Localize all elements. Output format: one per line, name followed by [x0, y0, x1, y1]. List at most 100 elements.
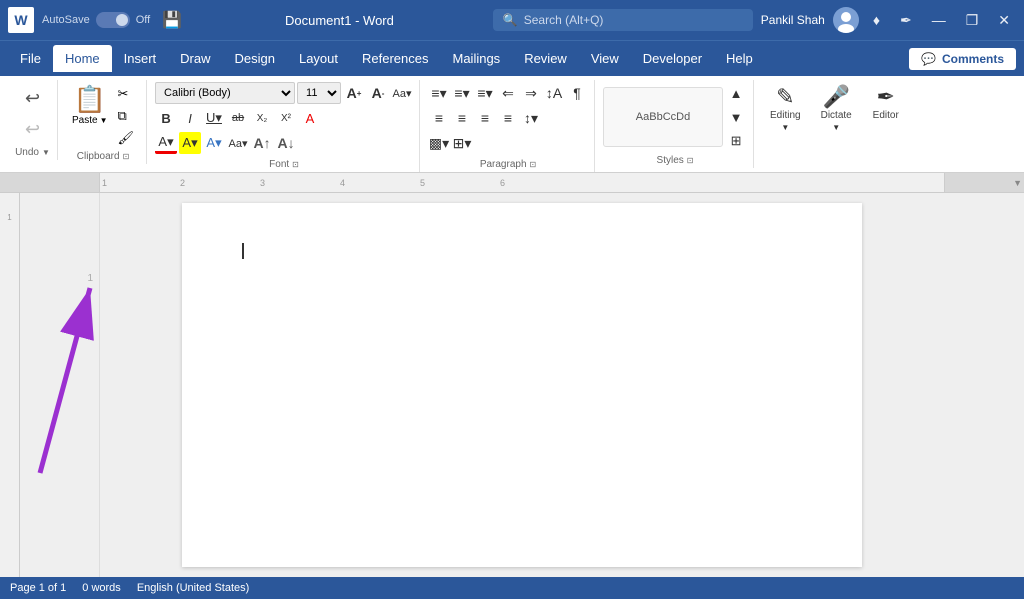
paste-button[interactable]: 📋 Paste ▼ [68, 82, 112, 128]
pen-icon[interactable]: ✒ [894, 10, 918, 31]
clear-format-button[interactable]: A [299, 107, 321, 129]
right-sidebar [944, 193, 1024, 577]
styles-gallery[interactable]: AaBbCcDd [603, 87, 723, 147]
search-icon: 🔍 [503, 13, 518, 27]
superscript-button[interactable]: X² [275, 107, 297, 129]
editing-dropdown-icon[interactable]: ▼ [781, 123, 789, 132]
user-avatar[interactable] [833, 7, 859, 33]
numbering-button[interactable]: ≡▾ [451, 82, 473, 104]
clipboard-expand-icon[interactable]: ⊡ [123, 152, 130, 161]
multilevel-button[interactable]: ≡▾ [474, 82, 496, 104]
strikethrough-button[interactable]: ab [227, 107, 249, 129]
styles-scroll-up[interactable]: ▲ [725, 82, 747, 104]
shading-button[interactable]: ▩▾ [428, 132, 450, 154]
clipboard-label: Clipboard [77, 151, 120, 162]
word-logo-icon: W [8, 7, 34, 33]
borders-button[interactable]: ⊞▾ [451, 132, 473, 154]
menu-draw[interactable]: Draw [168, 45, 222, 72]
menu-review[interactable]: Review [512, 45, 579, 72]
highlight-button[interactable]: A▾ [179, 132, 201, 154]
text-effects-button[interactable]: A▾ [203, 132, 225, 154]
redo-button[interactable]: ↩ [21, 115, 44, 144]
dictate-dropdown-icon[interactable]: ▼ [832, 123, 840, 132]
grow-font-button[interactable]: A+ [343, 82, 365, 104]
align-center-button[interactable]: ≡ [451, 107, 473, 129]
menu-layout[interactable]: Layout [287, 45, 350, 72]
editing-button[interactable]: ✎ Editing ▼ [762, 82, 809, 136]
subscript-button[interactable]: X₂ [251, 107, 273, 129]
title-bar: W AutoSave Off 💾 Document1 - Word 🔍 Sear… [0, 0, 1024, 40]
font-shrink2-button[interactable]: A↓ [275, 132, 297, 154]
show-marks-button[interactable]: ¶ [566, 82, 588, 104]
menu-file[interactable]: File [8, 45, 53, 72]
align-left-button[interactable]: ≡ [428, 107, 450, 129]
editor-button[interactable]: ✒ Editor [864, 82, 908, 125]
font-grow2-button[interactable]: A↑ [251, 132, 273, 154]
ruler-main: 1 2 3 4 5 6 [100, 173, 944, 192]
close-button[interactable]: ✕ [992, 10, 1016, 31]
font-size-select[interactable]: 11 [297, 82, 341, 104]
restore-button[interactable]: ❐ [960, 10, 985, 31]
user-area: Pankil Shah ♦ ✒ — ❐ ✕ [761, 7, 1016, 33]
autosave-off-label: Off [136, 14, 150, 26]
comments-button[interactable]: 💬 Comments [909, 48, 1016, 70]
bullets-button[interactable]: ≡▾ [428, 82, 450, 104]
copy-button[interactable]: ⧉ [114, 106, 139, 126]
dictate-icon: 🎤 [822, 86, 849, 108]
ribbon: ↩ ↩ Undo ▼ 📋 Paste ▼ ✂ ⧉ 🖌 Clipboard [0, 76, 1024, 173]
format-painter-button[interactable]: 🖌 [114, 128, 139, 148]
change-case-button[interactable]: Aa▾ [391, 82, 413, 104]
save-icon[interactable]: 💾 [162, 10, 182, 30]
menu-design[interactable]: Design [223, 45, 287, 72]
autosave-toggle[interactable] [96, 12, 130, 28]
minimize-button[interactable]: — [926, 10, 952, 30]
undo-expand-icon[interactable]: ▼ [42, 148, 50, 157]
editor-icon: ✒ [877, 86, 895, 108]
underline-button[interactable]: U▾ [203, 107, 225, 129]
increase-indent-button[interactable]: ⇒ [520, 82, 542, 104]
editing-group: ✎ Editing ▼ 🎤 Dictate ▼ ✒ Editor [756, 80, 914, 136]
diamond-icon[interactable]: ♦ [867, 10, 886, 30]
sort-button[interactable]: ↕A [543, 82, 565, 104]
autosave-area: AutoSave Off [42, 12, 150, 28]
paragraph-expand-icon[interactable]: ⊡ [530, 160, 537, 169]
menu-insert[interactable]: Insert [112, 45, 169, 72]
bold-button[interactable]: B [155, 107, 177, 129]
align-right-button[interactable]: ≡ [474, 107, 496, 129]
decrease-indent-button[interactable]: ⇐ [497, 82, 519, 104]
menu-view[interactable]: View [579, 45, 631, 72]
document-area: 1 1 [0, 193, 1024, 577]
search-box[interactable]: 🔍 Search (Alt+Q) [493, 9, 753, 31]
dictate-button[interactable]: 🎤 Dictate ▼ [813, 82, 860, 136]
editor-label: Editor [873, 110, 899, 121]
page-count: Page 1 of 1 [10, 582, 66, 594]
undo-button[interactable]: ↩ [21, 84, 44, 113]
text-cursor [242, 243, 244, 259]
italic-button[interactable]: I [179, 107, 201, 129]
styles-scroll-down[interactable]: ▼ [725, 106, 747, 128]
styles-expand[interactable]: ⊞ [725, 130, 747, 152]
menu-home[interactable]: Home [53, 45, 112, 72]
document-page[interactable] [182, 203, 862, 567]
font-name-select[interactable]: Calibri (Body) [155, 82, 295, 104]
styles-expand-icon[interactable]: ⊡ [687, 156, 694, 165]
paste-label: Paste [72, 115, 98, 126]
uppercase-button[interactable]: Aa▾ [227, 132, 249, 154]
paste-dropdown-icon[interactable]: ▼ [100, 116, 108, 125]
ruler: ▼ 1 2 3 4 5 6 [0, 173, 1024, 193]
menu-developer[interactable]: Developer [631, 45, 714, 72]
styles-group: AaBbCcDd ▲ ▼ ⊞ Styles ⊡ [597, 80, 754, 168]
menu-help[interactable]: Help [714, 45, 765, 72]
menu-references[interactable]: References [350, 45, 440, 72]
shrink-font-button[interactable]: A- [367, 82, 389, 104]
undo-group: ↩ ↩ Undo ▼ [8, 80, 58, 160]
justify-button[interactable]: ≡ [497, 107, 519, 129]
clipboard-group: 📋 Paste ▼ ✂ ⧉ 🖌 Clipboard ⊡ [60, 80, 147, 164]
cut-button[interactable]: ✂ [114, 84, 139, 104]
status-bar: Page 1 of 1 0 words English (United Stat… [0, 577, 1024, 599]
line-spacing-button[interactable]: ↕▾ [520, 107, 542, 129]
menu-mailings[interactable]: Mailings [441, 45, 513, 72]
word-count: 0 words [82, 582, 121, 594]
font-color-button[interactable]: A▾ [155, 132, 177, 154]
font-expand-icon[interactable]: ⊡ [292, 160, 299, 169]
